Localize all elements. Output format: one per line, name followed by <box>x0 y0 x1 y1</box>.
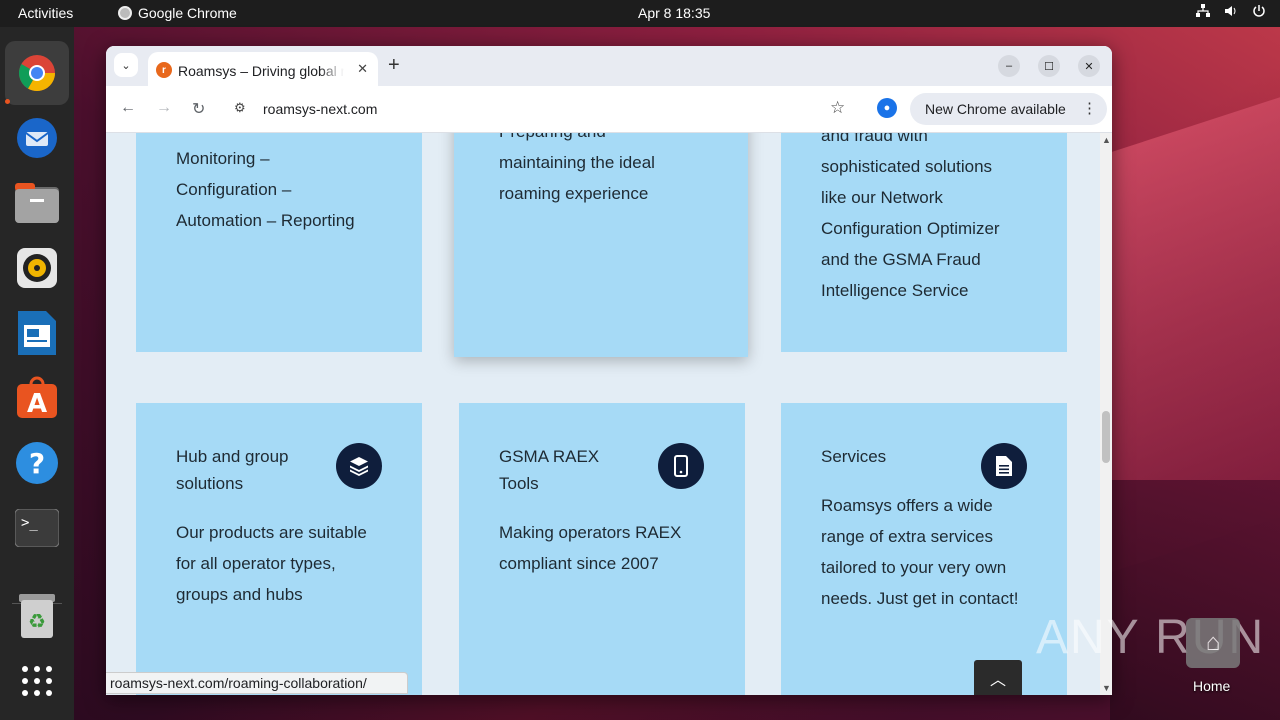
chevron-up-icon: ︿ <box>989 671 1006 689</box>
dock: A ? >_ ♻ <box>0 27 74 720</box>
rhythmbox-icon[interactable] <box>13 244 61 292</box>
svg-text:A: A <box>27 389 47 419</box>
volume-icon <box>1224 4 1238 21</box>
mobile-icon <box>658 443 704 489</box>
card-text-line: like our Network <box>821 188 943 207</box>
card-text-line: Our products are suitable <box>176 523 367 542</box>
svg-text:♻: ♻ <box>28 609 46 633</box>
site-info-icon[interactable]: ⚙ <box>234 100 246 116</box>
system-tray[interactable] <box>1196 4 1266 21</box>
writer-icon[interactable] <box>13 309 61 357</box>
forward-icon[interactable]: → <box>156 99 172 117</box>
terminal-icon[interactable]: >_ <box>13 504 61 552</box>
app-menu-label: Google Chrome <box>138 5 237 21</box>
software-icon[interactable]: A <box>13 374 61 422</box>
card-text-line: Preparing and <box>499 133 655 147</box>
card-text-line: Making operators RAEX <box>499 523 682 542</box>
card-title: GSMA RAEX Tools <box>499 447 600 493</box>
help-icon[interactable]: ? <box>13 439 61 487</box>
clock[interactable]: Apr 8 18:35 <box>638 5 710 21</box>
chrome-window: ⌄ r Roamsys – Driving global roaming ✕ +… <box>106 46 1112 695</box>
bookmark-star-icon[interactable]: ☆ <box>830 98 845 118</box>
card-text-line: Automation – Reporting <box>176 211 355 230</box>
card-title: Hub and group solutions <box>176 447 289 493</box>
back-to-top-button[interactable]: ︿ <box>974 660 1022 695</box>
card-text-line: for all operator types, <box>176 554 336 573</box>
card-hub-group-solutions[interactable]: Hub and group solutions Our products are… <box>136 403 422 695</box>
card-text-line: needs. Just get in contact! <box>821 589 1019 608</box>
card-text-line: Roamsys offers a wide <box>821 496 993 515</box>
top-bar: Activities Google Chrome Apr 8 18:35 <box>0 0 1280 27</box>
card-text-line: and fraud with <box>821 133 928 145</box>
document-icon <box>981 443 1027 489</box>
activities-button[interactable]: Activities <box>18 5 73 21</box>
card-text-line: range of extra services <box>821 527 993 546</box>
back-icon[interactable]: ← <box>120 99 136 117</box>
new-tab-button[interactable]: + <box>388 54 400 77</box>
trash-icon[interactable]: ♻ <box>13 592 61 640</box>
chrome-small-icon <box>118 6 132 20</box>
app-menu[interactable]: Google Chrome <box>118 5 237 21</box>
card-text-line: sophisticated solutions <box>821 157 993 176</box>
tab-roamsys[interactable]: r Roamsys – Driving global roaming ✕ <box>148 52 378 86</box>
scroll-down-icon[interactable]: ▼ <box>1102 683 1111 693</box>
tab-title: Roamsys – Driving global roaming <box>178 63 344 79</box>
card-title: Services <box>821 447 887 466</box>
close-tab-icon[interactable]: ✕ <box>357 61 368 77</box>
update-label: New Chrome available <box>925 101 1066 117</box>
card-text-line: and the GSMA Fraud <box>821 250 981 269</box>
scrollbar-thumb[interactable] <box>1102 411 1110 463</box>
card-fraud-solutions[interactable]: and fraud with sophisticated solutions l… <box>781 133 1067 352</box>
running-indicator <box>5 99 10 104</box>
card-roaming-monitoring[interactable]: Monitoring – Configuration – Automation … <box>136 133 422 352</box>
chrome-icon[interactable] <box>5 41 69 105</box>
svg-text:?: ? <box>29 447 45 480</box>
home-folder-icon[interactable]: ⌂ <box>1186 618 1240 668</box>
layers-icon <box>336 443 382 489</box>
tab-strip: ⌄ r Roamsys – Driving global roaming ✕ +… <box>106 46 1112 86</box>
close-window-button[interactable]: ✕ <box>1078 55 1100 77</box>
thunderbird-icon[interactable] <box>13 114 61 162</box>
page-viewport: Monitoring – Configuration – Automation … <box>106 133 1100 695</box>
card-text-line: tailored to your very own <box>821 558 1007 577</box>
url-text: roamsys-next.com <box>263 101 378 117</box>
profile-avatar-icon[interactable]: ● <box>877 98 897 118</box>
address-bar[interactable]: ⚙ roamsys-next.com <box>224 94 860 124</box>
roamsys-favicon-icon: r <box>156 62 172 78</box>
network-icon <box>1196 4 1210 21</box>
kebab-menu-icon[interactable]: ⋮ <box>1082 99 1097 117</box>
new-chrome-available-button[interactable]: New Chrome available ⋮ <box>910 93 1107 125</box>
card-services[interactable]: Services Roamsys offers a wide range of … <box>781 403 1067 695</box>
status-bar-url: roamsys-next.com/roaming-collaboration/ <box>106 672 408 694</box>
card-text-line: roaming experience <box>499 184 649 203</box>
chevron-down-icon: ⌄ <box>121 59 131 72</box>
card-text-line: maintaining the ideal <box>499 153 655 172</box>
toolbar: ← → ↻ ⚙ roamsys-next.com ☆ ● New Chrome … <box>106 86 1112 133</box>
power-icon <box>1252 4 1266 21</box>
apps-grid-icon[interactable] <box>13 657 61 705</box>
card-text-line: Monitoring – <box>176 149 270 168</box>
tab-search-button[interactable]: ⌄ <box>114 53 138 77</box>
svg-text:>_: >_ <box>21 515 38 531</box>
maximize-button[interactable]: ☐ <box>1038 55 1060 77</box>
home-folder-label: Home <box>1193 678 1231 694</box>
card-text-line: Configuration Optimizer <box>821 219 1000 238</box>
card-gsma-raex-tools[interactable]: GSMA RAEX Tools Making operators RAEX co… <box>459 403 745 695</box>
card-text-line: compliant since 2007 <box>499 554 659 573</box>
card-text-line: Intelligence Service <box>821 281 969 300</box>
files-icon[interactable] <box>13 179 61 227</box>
card-text-line: groups and hubs <box>176 585 303 604</box>
card-text-line: Configuration – <box>176 180 292 199</box>
reload-icon[interactable]: ↻ <box>192 99 205 119</box>
minimize-button[interactable]: – <box>998 55 1020 77</box>
card-roaming-experience[interactable]: Preparing and maintaining the ideal roam… <box>454 133 748 357</box>
scroll-up-icon[interactable]: ▲ <box>1102 135 1111 145</box>
